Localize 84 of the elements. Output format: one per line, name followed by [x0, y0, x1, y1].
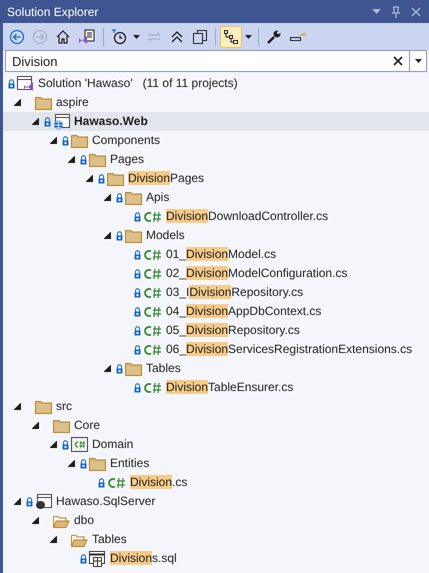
tree-item-label[interactable]: Entities [110, 455, 150, 472]
expander-icon[interactable] [68, 460, 75, 467]
folder-icon [125, 228, 142, 242]
expander-icon[interactable] [14, 403, 21, 410]
pin-icon[interactable] [391, 6, 401, 18]
folder-icon [89, 152, 106, 166]
web-project-icon [53, 114, 70, 130]
caret-icon [133, 34, 140, 38]
window-title: Solution Explorer [7, 4, 98, 18]
solution-icon [17, 76, 34, 92]
folder-icon [35, 400, 52, 414]
tree-item-label[interactable]: dbo [74, 512, 94, 529]
expander-icon[interactable] [104, 365, 111, 372]
tree-item-label[interactable]: 06_DivisionServicesRegistrationExtensions.cs [166, 341, 412, 358]
csharp-file-icon [143, 210, 162, 222]
expander-icon[interactable] [50, 536, 57, 543]
csharp-file-icon [143, 268, 162, 280]
tree-item-label[interactable]: Hawaso.SqlServer [56, 493, 156, 510]
wrench-icon [266, 28, 282, 44]
database-project-icon [35, 494, 52, 510]
search-box[interactable]: Division [5, 50, 427, 72]
folder-icon [125, 190, 142, 204]
expander-icon[interactable] [50, 441, 57, 448]
tree-item-label[interactable]: Domain [92, 436, 134, 453]
expander-icon[interactable] [32, 517, 39, 524]
open-folder-icon [71, 532, 88, 546]
csharp-file-icon [143, 286, 162, 298]
expander-icon[interactable] [50, 137, 57, 144]
csharp-file-icon [107, 476, 126, 488]
filter-button[interactable] [220, 26, 242, 48]
home-icon [55, 28, 71, 44]
tree-item-label[interactable]: DivisionTableEnsurer.cs [166, 379, 294, 396]
caret-icon [245, 34, 252, 38]
hierarchy-icon [223, 28, 239, 44]
tree-item-label[interactable]: 03_IDivisionRepository.cs [166, 284, 304, 301]
tree-item-label[interactable]: 04_DivisionAppDbContext.cs [166, 303, 322, 320]
tree-item-label[interactable]: Tables [146, 360, 181, 377]
tree-item-label[interactable]: src [56, 398, 72, 415]
close-icon[interactable] [411, 6, 421, 16]
tree-item-label[interactable]: Core [74, 417, 100, 434]
caret-icon [414, 59, 422, 63]
stacked-pages-icon [192, 28, 208, 44]
folder-icon [71, 134, 88, 148]
csharp-file-icon [143, 306, 162, 318]
csharp-file-icon [143, 324, 162, 336]
tree-item-label[interactable]: Apis [146, 189, 170, 206]
tree-item-label[interactable]: 02_DivisionModelConfiguration.cs [166, 265, 348, 282]
tree-item-label[interactable]: 01_DivisionModel.cs [166, 246, 276, 263]
tree-item-label[interactable]: Solution 'Hawaso' (11 of 11 projects) [38, 75, 238, 92]
csharp-file-icon [143, 248, 162, 260]
tree-item-label[interactable]: Tables [92, 531, 127, 548]
tree-item-label[interactable]: aspire [56, 94, 89, 111]
tree-item-label[interactable]: Hawaso.Web [74, 113, 148, 130]
two-way-arrows-icon [146, 28, 162, 44]
expander-icon[interactable] [14, 99, 21, 106]
expander-icon[interactable] [104, 232, 111, 239]
folder-icon [125, 362, 142, 376]
document-icon [78, 28, 96, 44]
csharp-project-icon [71, 437, 88, 452]
open-folder-icon [53, 514, 70, 528]
expander-icon[interactable] [32, 422, 39, 429]
expander-icon[interactable] [86, 175, 93, 182]
dropdown-icon[interactable] [372, 8, 381, 14]
folder-icon [35, 96, 52, 110]
tree-item-label[interactable]: Pages [110, 151, 144, 168]
folder-icon [107, 172, 124, 186]
csharp-file-icon [143, 382, 162, 394]
tree-item-label[interactable]: DivisionPages [128, 170, 204, 187]
folder-icon [89, 456, 106, 470]
csharp-file-icon [143, 344, 162, 356]
search-field[interactable]: Division [6, 52, 393, 70]
expander-icon[interactable] [104, 194, 111, 201]
expander-icon[interactable] [68, 156, 75, 163]
tree-item-label[interactable]: Components [92, 132, 160, 149]
expander-icon[interactable] [32, 118, 39, 125]
double-chevron-up-icon [169, 28, 185, 44]
tree-item-label[interactable]: DivisionDownloadController.cs [166, 208, 328, 225]
expander-icon[interactable] [14, 498, 21, 505]
selected-row[interactable]: Hawaso.Web [3, 112, 429, 131]
folder-icon [53, 418, 70, 432]
clock-icon [111, 28, 127, 44]
tree-item-label[interactable]: Models [146, 227, 185, 244]
tree-item-label[interactable]: 05_DivisionRepository.cs [166, 322, 300, 339]
clear-icon[interactable] [393, 56, 403, 66]
